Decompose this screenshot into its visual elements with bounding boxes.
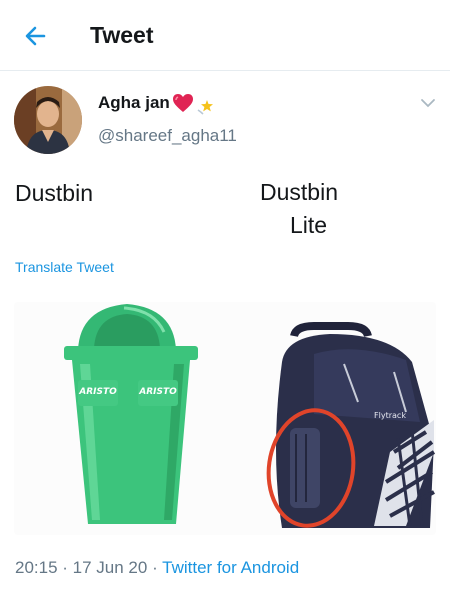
meta-separator: ·: [57, 558, 73, 577]
tweet-date: 17 Jun 20: [72, 558, 148, 577]
backpack-illustration: Flytrack: [276, 322, 436, 528]
tweet-meta: 20:15 · 17 Jun 20 · Twitter for Android: [15, 558, 299, 578]
back-arrow-icon[interactable]: [22, 22, 50, 50]
tweet-text-right-line2: Lite: [290, 212, 328, 238]
tweet-image[interactable]: ARISTO ARISTO Flytrack: [14, 302, 436, 535]
display-name[interactable]: Agha jan: [98, 93, 170, 113]
user-handle[interactable]: @shareef_agha11: [98, 126, 237, 146]
dustbin-brand-label-2: ARISTO: [138, 387, 177, 397]
avatar[interactable]: [14, 86, 82, 154]
shooting-star-emoji-icon: [195, 94, 217, 116]
meta-separator: ·: [147, 558, 163, 577]
backpack-brand-label: Flytrack: [374, 411, 406, 420]
tweet-source-link[interactable]: Twitter for Android: [162, 558, 299, 577]
page-title: Tweet: [90, 22, 154, 48]
dustbin-brand-label-1: ARISTO: [78, 387, 117, 397]
tweet-text-right-line1: Dustbin: [260, 179, 338, 205]
chevron-down-icon[interactable]: [420, 96, 436, 108]
dustbin-illustration: ARISTO ARISTO: [64, 304, 198, 524]
heart-emoji-icon: [172, 93, 194, 113]
tweet-text-left: Dustbin: [15, 180, 93, 206]
tweet-time: 20:15: [15, 558, 58, 577]
translate-tweet-link[interactable]: Translate Tweet: [15, 259, 114, 275]
top-bar: Tweet: [0, 0, 450, 71]
